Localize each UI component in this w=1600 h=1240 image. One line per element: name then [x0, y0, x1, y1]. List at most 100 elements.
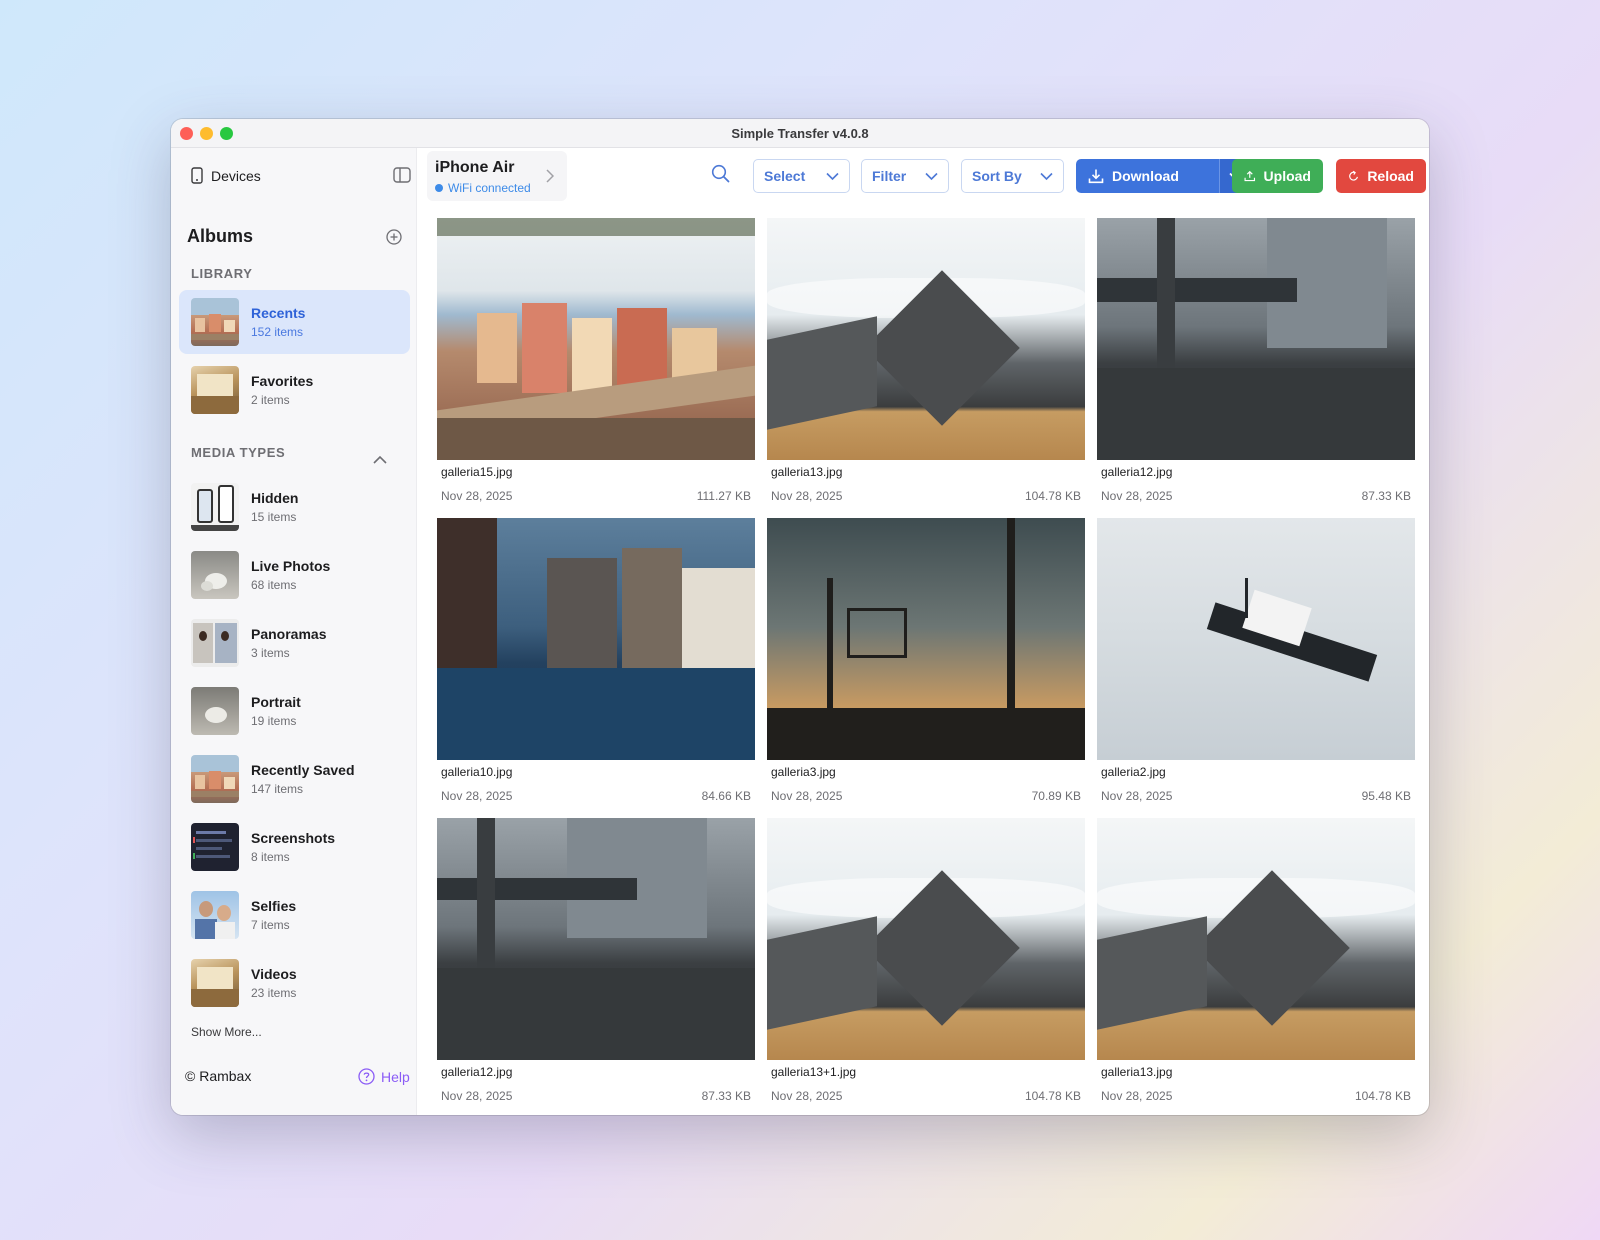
album-thumbnail — [191, 687, 239, 735]
album-name: Live Photos — [251, 558, 331, 574]
photo-filename: galleria3.jpg — [771, 765, 836, 779]
devices-button[interactable]: Devices — [191, 167, 261, 184]
album-count: 3 items — [251, 646, 290, 660]
photo-date: Nov 28, 2025 — [1101, 789, 1173, 803]
album-count: 2 items — [251, 393, 290, 407]
album-recently-saved[interactable]: Recently Saved 147 items — [179, 747, 410, 811]
album-name: Recently Saved — [251, 762, 355, 778]
photo-card[interactable]: galleria15.jpg Nov 28, 2025 111.27 KB — [437, 218, 755, 503]
photo-thumbnail — [1097, 818, 1415, 1060]
filter-label: Filter — [872, 168, 907, 184]
collapse-media-types-button[interactable] — [373, 452, 387, 470]
album-selfies[interactable]: Selfies 7 items — [179, 883, 410, 947]
album-panoramas[interactable]: Panoramas 3 items — [179, 611, 410, 675]
album-thumbnail — [191, 298, 239, 346]
plus-circle-icon — [386, 229, 402, 245]
album-name: Hidden — [251, 490, 299, 506]
photo-size: 84.66 KB — [701, 789, 751, 803]
album-count: 15 items — [251, 510, 297, 524]
photo-filename: galleria12.jpg — [1101, 465, 1173, 479]
photo-date: Nov 28, 2025 — [771, 789, 843, 803]
reload-button[interactable]: Reload — [1336, 159, 1426, 193]
photo-date: Nov 28, 2025 — [771, 1089, 843, 1103]
photo-filename: galleria13+1.jpg — [771, 1065, 857, 1079]
library-heading: LIBRARY — [191, 266, 253, 281]
photo-card[interactable]: galleria12.jpg Nov 28, 2025 87.33 KB — [437, 818, 755, 1103]
show-more-link[interactable]: Show More... — [191, 1025, 262, 1039]
album-thumbnail — [191, 823, 239, 871]
album-count: 23 items — [251, 986, 297, 1000]
sidebar-toggle-icon — [393, 167, 411, 183]
album-recents[interactable]: Recents 152 items — [179, 290, 410, 354]
connection-status: WiFi connected — [435, 181, 531, 195]
help-button[interactable]: Help — [358, 1068, 410, 1085]
sidebar-toggle-button[interactable] — [393, 167, 411, 188]
album-name: Selfies — [251, 898, 297, 914]
sidebar: Devices Albums LIBRARY Recents 152 items… — [171, 148, 417, 1115]
photo-date: Nov 28, 2025 — [771, 489, 843, 503]
album-thumbnail — [191, 755, 239, 803]
album-count: 147 items — [251, 782, 304, 796]
album-name: Videos — [251, 966, 297, 982]
help-label: Help — [381, 1068, 410, 1085]
sort-by-dropdown[interactable]: Sort By — [961, 159, 1064, 193]
photo-card[interactable]: galleria13+1.jpg Nov 28, 2025 104.78 KB — [767, 818, 1085, 1103]
album-name: Recents — [251, 305, 306, 321]
photo-filename: galleria10.jpg — [441, 765, 513, 779]
photo-card[interactable]: galleria13.jpg Nov 28, 2025 104.78 KB — [767, 218, 1085, 503]
filter-dropdown[interactable]: Filter — [861, 159, 949, 193]
album-videos[interactable]: Videos 23 items — [179, 951, 410, 1015]
album-thumbnail — [191, 366, 239, 414]
photo-card[interactable]: galleria10.jpg Nov 28, 2025 84.66 KB — [437, 518, 755, 803]
status-dot-icon — [435, 184, 443, 192]
photo-card[interactable]: galleria3.jpg Nov 28, 2025 70.89 KB — [767, 518, 1085, 803]
upload-label: Upload — [1263, 168, 1311, 184]
album-name: Portrait — [251, 694, 301, 710]
photo-size: 111.27 KB — [696, 489, 751, 503]
select-label: Select — [764, 168, 806, 184]
album-live-photos[interactable]: Live Photos 68 items — [179, 543, 410, 607]
chevron-down-icon — [1040, 172, 1053, 180]
photo-size: 95.48 KB — [1361, 789, 1411, 803]
photo-filename: galleria2.jpg — [1101, 765, 1166, 779]
album-portrait[interactable]: Portrait 19 items — [179, 679, 410, 743]
album-thumbnail — [191, 619, 239, 667]
title-bar: Simple Transfer v4.0.8 — [171, 119, 1429, 148]
album-favorites[interactable]: Favorites 2 items — [179, 358, 410, 422]
album-hidden[interactable]: Hidden 15 items — [179, 475, 410, 539]
devices-label: Devices — [211, 167, 261, 184]
photo-thumbnail — [767, 518, 1085, 760]
sort-by-label: Sort By — [972, 168, 1022, 184]
photo-card[interactable]: galleria2.jpg Nov 28, 2025 95.48 KB — [1097, 518, 1415, 803]
chevron-up-icon — [373, 455, 387, 464]
photo-filename: galleria13.jpg — [1101, 1065, 1173, 1079]
search-button[interactable] — [711, 164, 730, 188]
photo-size: 104.78 KB — [1354, 1089, 1411, 1103]
photo-card[interactable]: galleria13.jpg Nov 28, 2025 104.78 KB — [1097, 818, 1415, 1103]
copyright-text: © Rambax — [185, 1068, 252, 1084]
device-tab[interactable]: iPhone Air WiFi connected — [427, 151, 567, 201]
photo-date: Nov 28, 2025 — [441, 1089, 513, 1103]
photo-filename: galleria13.jpg — [771, 465, 843, 479]
album-name: Screenshots — [251, 830, 336, 846]
select-dropdown[interactable]: Select — [753, 159, 850, 193]
chevron-right-icon — [546, 169, 555, 183]
album-name: Favorites — [251, 373, 314, 389]
add-album-button[interactable] — [386, 229, 402, 250]
search-icon — [711, 164, 730, 183]
photo-thumbnail — [437, 518, 755, 760]
photo-thumbnail — [767, 818, 1085, 1060]
photo-filename: galleria12.jpg — [441, 1065, 513, 1079]
photo-date: Nov 28, 2025 — [1101, 489, 1173, 503]
album-screenshots[interactable]: Screenshots 8 items — [179, 815, 410, 879]
photo-date: Nov 28, 2025 — [1101, 1089, 1173, 1103]
photo-card[interactable]: galleria12.jpg Nov 28, 2025 87.33 KB — [1097, 218, 1415, 503]
photo-thumbnail — [1097, 218, 1415, 460]
download-button[interactable]: Download — [1076, 159, 1219, 193]
upload-button[interactable]: Upload — [1232, 159, 1323, 193]
device-chevron — [545, 169, 555, 188]
album-count: 7 items — [251, 918, 290, 932]
album-count: 19 items — [251, 714, 297, 728]
phone-icon — [191, 167, 203, 184]
photo-thumbnail — [437, 818, 755, 1060]
